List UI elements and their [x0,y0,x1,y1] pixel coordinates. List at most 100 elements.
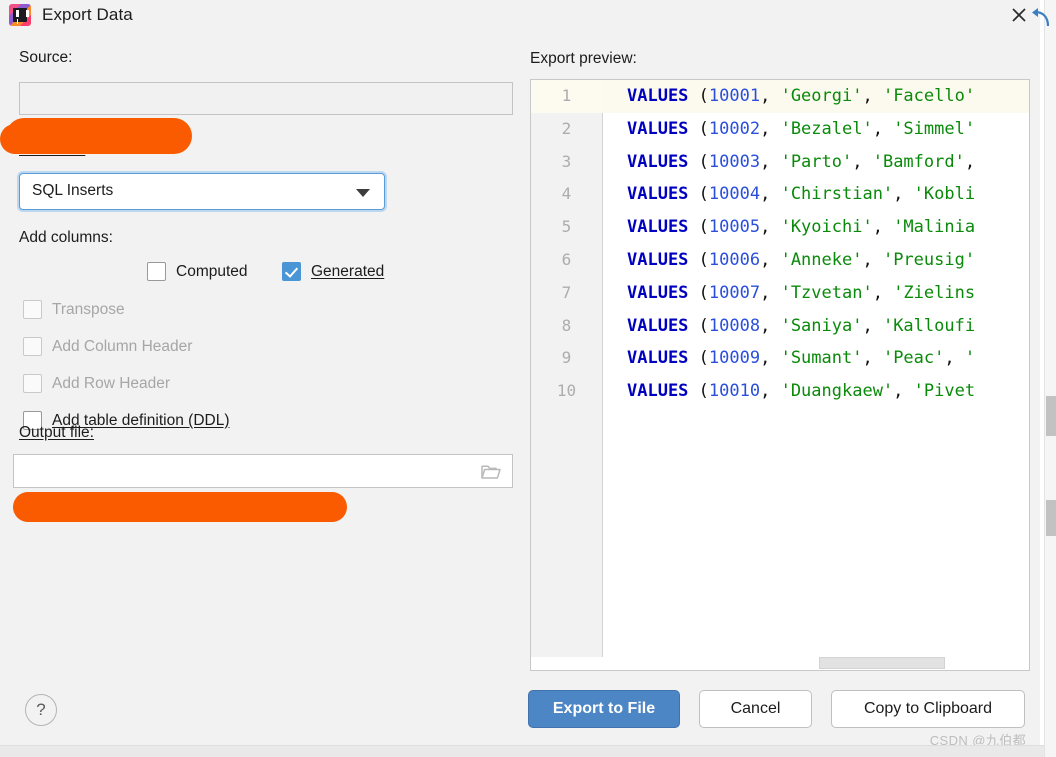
token-str: 'Anneke' [780,249,863,270]
checkbox-box-transpose [23,300,42,319]
preview-line-text: VALUES (10008, 'Saniya', 'Kalloufi [627,310,975,343]
token-str: 'Facello' [882,86,976,106]
token-num: 10007 [708,282,761,303]
token-num: 10009 [708,348,761,369]
preview-line-text: VALUES (10010, 'Duangkaew', 'Pivet [627,375,975,408]
token-pun: ( [688,184,709,205]
preview-line-text: VALUES (10009, 'Sumant', 'Peac', ' [627,342,975,375]
checkbox-box-generated[interactable] [282,262,301,281]
token-pun: , [872,118,894,139]
export-preview-pane[interactable]: 1 VALUES (10001, 'Georgi', 'Facello' 2 VALU… [530,79,1030,671]
preview-line[interactable]: 8 VALUES (10008, 'Saniya', 'Kalloufi [531,310,1029,343]
preview-line-text: VALUES (10003, 'Parto', 'Bamford', [627,146,975,179]
token-kw: VALUES [627,217,689,238]
preview-code-area[interactable]: 1 VALUES (10001, 'Georgi', 'Facello' 2 VALU… [531,80,1029,670]
export-preview-label: Export preview: [530,50,637,67]
token-pun: , [872,282,894,303]
close-button[interactable] [1003,0,1035,30]
token-pun: , [862,86,883,106]
export-to-file-button[interactable]: Export to File [528,690,680,728]
line-number: 8 [561,315,572,335]
preview-line[interactable]: 4 VALUES (10004, 'Chirstian', 'Kobli [531,178,1029,211]
token-num: 10006 [708,249,761,270]
preview-line[interactable]: 9 VALUES (10009, 'Sumant', 'Peac', ' [531,342,1029,375]
token-str: 'Bamford' [872,151,965,172]
token-pun: ( [688,118,709,139]
preview-line[interactable]: 10 VALUES (10010, 'Duangkaew', 'Pivet [531,375,1029,408]
chevron-down-icon[interactable] [356,189,370,197]
checkbox-computed[interactable]: Computed [147,262,248,281]
preview-horizontal-scrollbar[interactable] [531,657,1029,670]
token-kw: VALUES [627,381,689,402]
token-kw: VALUES [627,315,689,336]
checkbox-transpose: Transpose [23,300,125,319]
output-file-input[interactable] [13,454,513,488]
token-pun: ( [688,249,709,270]
preview-line-text: VALUES (10005, 'Kyoichi', 'Malinia [627,211,975,244]
folder-icon[interactable] [481,464,501,480]
token-pun: ( [688,381,709,402]
preview-horizontal-scrollbar-thumb[interactable] [819,657,945,669]
settings-panel: Source: Extractor: SQL Inserts Add colum… [0,36,528,676]
token-pun: , [893,381,914,402]
export-data-dialog: Export Data Source: Extractor: SQL Inser… [0,0,1044,757]
add-columns-label: Add columns: [19,229,113,246]
cancel-button[interactable]: Cancel [699,690,812,728]
token-pun: , [862,249,883,270]
token-str: 'Pivet [913,381,976,402]
source-input[interactable] [19,82,513,115]
window-vertical-scrollbar[interactable] [1044,0,1056,757]
token-str: 'Peac' [882,348,945,369]
token-num: 10010 [708,381,761,402]
token-str: 'Simmel' [893,118,976,139]
token-pun: ( [688,348,709,369]
datagrip-icon [9,4,31,26]
token-str: 'Saniya' [780,315,863,336]
preview-line-text: VALUES (10002, 'Bezalel', 'Simmel' [627,113,975,146]
window-scrollbar-thumb-lower[interactable] [1046,500,1056,536]
preview-line[interactable]: 6 VALUES (10006, 'Anneke', 'Preusig' [531,244,1029,277]
checkbox-box-add-row-header [23,374,42,393]
token-num: 10003 [708,151,761,172]
token-str: 'Kalloufi [882,315,976,336]
preview-line[interactable]: 5 VALUES (10005, 'Kyoichi', 'Malinia [531,211,1029,244]
token-kw: VALUES [627,184,689,205]
preview-line-text: VALUES (10006, 'Anneke', 'Preusig' [627,244,975,277]
help-icon: ? [36,700,46,719]
preview-line-text: VALUES (10004, 'Chirstian', 'Kobli [627,178,975,211]
help-button[interactable]: ? [25,694,57,726]
token-pun: ( [688,217,709,238]
token-kw: VALUES [627,118,689,139]
token-str: 'Bezalel' [780,118,873,139]
checkbox-add-column-header: Add Column Header [23,337,192,356]
checkbox-generated[interactable]: Generated [282,262,384,281]
preview-line[interactable]: 1 VALUES (10001, 'Georgi', 'Facello' [531,80,1029,113]
preview-line-text: VALUES (10001, 'Georgi', 'Facello' [627,80,975,113]
redaction-mark-output [13,492,347,522]
checkbox-box-computed[interactable] [147,262,166,281]
checkbox-label-generated: Generated [311,262,385,280]
token-str: 'Preusig' [882,249,976,270]
line-number: 1 [531,80,602,113]
extractor-dropdown[interactable]: SQL Inserts [19,173,385,210]
token-pun: , [944,348,965,369]
token-kw: VALUES [627,348,689,369]
preview-line[interactable]: 3 VALUES (10003, 'Parto', 'Bamford', [531,146,1029,179]
checkbox-label-add-row-header: Add Row Header [52,374,171,392]
token-str: ' [964,348,976,369]
checkbox-box-add-column-header [23,337,42,356]
extractor-selected-value: SQL Inserts [32,182,114,199]
token-pun: , [760,348,781,369]
token-num: 10008 [708,315,761,336]
preview-line[interactable]: 7 VALUES (10007, 'Tzvetan', 'Zielins [531,277,1029,310]
back-arrow-icon[interactable] [1032,8,1050,28]
token-pun: , [760,151,781,172]
line-number: 7 [561,282,572,302]
window-scrollbar-thumb-upper[interactable] [1046,396,1056,436]
line-number: 3 [561,151,572,171]
token-pun: , [760,249,781,270]
preview-line[interactable]: 2 VALUES (10002, 'Bezalel', 'Simmel' [531,113,1029,146]
copy-to-clipboard-button[interactable]: Copy to Clipboard [831,690,1025,728]
token-pun: , [760,381,781,402]
token-str: 'Tzvetan' [780,282,873,303]
